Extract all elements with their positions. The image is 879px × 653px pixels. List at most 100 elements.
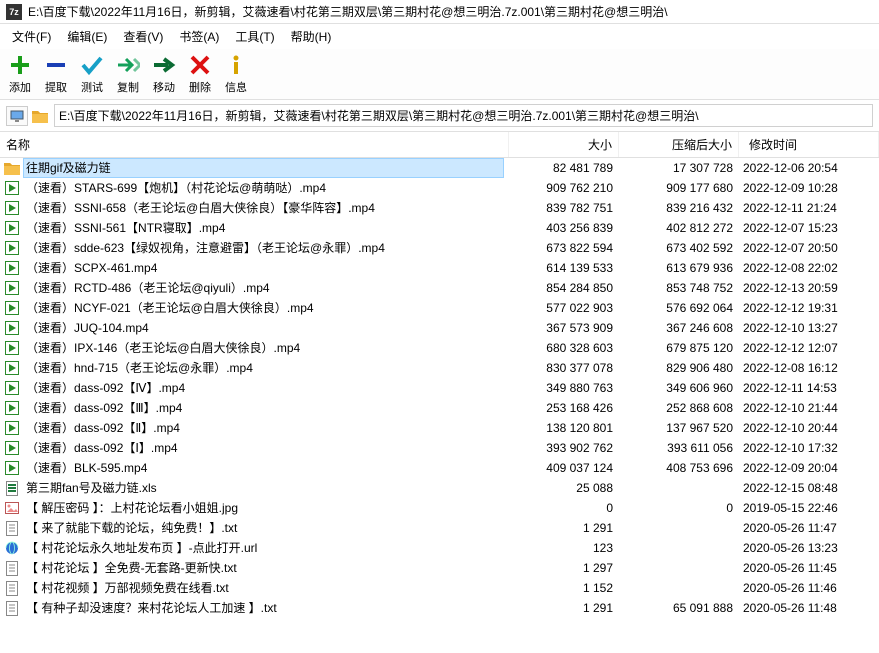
- list-item[interactable]: （速看）STARS-699【炮机】（村花论坛@萌萌哒）.mp4909 762 2…: [0, 178, 879, 198]
- minus-icon: [44, 53, 68, 77]
- list-item[interactable]: （速看）SCPX-461.mp4614 139 533613 679 93620…: [0, 258, 879, 278]
- file-modified-time: 2022-12-08 22:02: [733, 259, 873, 277]
- list-item[interactable]: （速看）BLK-595.mp4409 037 124408 753 696202…: [0, 458, 879, 478]
- list-item[interactable]: （速看）RCTD-486（老王论坛@qiyuli）.mp4854 284 850…: [0, 278, 879, 298]
- file-modified-time: 2020-05-26 13:23: [733, 539, 873, 557]
- test-button[interactable]: 测试: [74, 51, 110, 97]
- list-item[interactable]: 【 村花论坛永久地址发布页 】-点此打开.url1232020-05-26 13…: [0, 538, 879, 558]
- file-packed-size: 853 748 752: [613, 279, 733, 297]
- file-name: 第三期fan号及磁力链.xls: [24, 479, 503, 497]
- file-modified-time: 2022-12-10 17:32: [733, 439, 873, 457]
- window-title: E:\百度下载\2022年11月16日，新剪辑，艾薇速看\村花第三期双层\第三期…: [28, 3, 668, 20]
- column-name[interactable]: 名称: [0, 132, 509, 157]
- list-item[interactable]: （速看）sdde-623【绿奴视角，注意避雷】（老王论坛@永罪）.mp4673 …: [0, 238, 879, 258]
- xls-icon: [4, 480, 20, 496]
- menu-file[interactable]: 文件(F): [4, 26, 59, 47]
- file-modified-time: 2020-05-26 11:47: [733, 519, 873, 537]
- file-modified-time: 2022-12-11 21:24: [733, 199, 873, 217]
- list-item[interactable]: 第三期fan号及磁力链.xls25 0882022-12-15 08:48: [0, 478, 879, 498]
- up-directory-button[interactable]: [6, 106, 28, 126]
- file-size: 403 256 839: [503, 219, 613, 237]
- list-item[interactable]: （速看）dass-092【Ⅳ】.mp4349 880 763349 606 96…: [0, 378, 879, 398]
- move-button[interactable]: 移动: [146, 51, 182, 97]
- menu-help[interactable]: 帮助(H): [283, 26, 340, 47]
- video-icon: [4, 380, 20, 396]
- list-item[interactable]: （速看）NCYF-021（老王论坛@白眉大侠徐良）.mp4577 022 903…: [0, 298, 879, 318]
- path-input[interactable]: E:\百度下载\2022年11月16日，新剪辑，艾薇速看\村花第三期双层\第三期…: [54, 104, 873, 127]
- toolbar: 添加 提取 测试 复制 移动 删除 信息: [0, 49, 879, 100]
- file-size: 577 022 903: [503, 299, 613, 317]
- list-item[interactable]: （速看）dass-092【Ⅰ】.mp4393 902 762393 611 05…: [0, 438, 879, 458]
- file-size: 409 037 124: [503, 459, 613, 477]
- copy-arrow-icon: [116, 53, 140, 77]
- file-name: 【 村花视频 】万部视频免费在线看.txt: [24, 579, 503, 597]
- column-packed[interactable]: 压缩后大小: [619, 132, 739, 157]
- extract-button[interactable]: 提取: [38, 51, 74, 97]
- file-modified-time: 2022-12-07 15:23: [733, 219, 873, 237]
- file-size: 680 328 603: [503, 339, 613, 357]
- list-item[interactable]: 【 来了就能下载的论坛，纯免费！】.txt1 2912020-05-26 11:…: [0, 518, 879, 538]
- file-modified-time: 2022-12-07 20:50: [733, 239, 873, 257]
- file-name: （速看）dass-092【Ⅱ】.mp4: [24, 419, 503, 437]
- file-name: （速看）SCPX-461.mp4: [24, 259, 503, 277]
- file-packed-size: 367 246 608: [613, 319, 733, 337]
- video-icon: [4, 400, 20, 416]
- list-item[interactable]: （速看）IPX-146（老王论坛@白眉大侠徐良）.mp4680 328 6036…: [0, 338, 879, 358]
- file-size: 367 573 909: [503, 319, 613, 337]
- list-item[interactable]: 往期gif及磁力链82 481 78917 307 7282022-12-06 …: [0, 158, 879, 178]
- list-item[interactable]: （速看）dass-092【Ⅱ】.mp4138 120 801137 967 52…: [0, 418, 879, 438]
- video-icon: [4, 280, 20, 296]
- file-name: （速看）NCYF-021（老王论坛@白眉大侠徐良）.mp4: [24, 299, 503, 317]
- video-icon: [4, 180, 20, 196]
- file-size: 673 822 594: [503, 239, 613, 257]
- menu-bar: 文件(F) 编辑(E) 查看(V) 书签(A) 工具(T) 帮助(H): [0, 24, 879, 49]
- check-icon: [80, 53, 104, 77]
- file-name: 【 村花论坛 】全免费-无套路-更新快.txt: [24, 559, 503, 577]
- file-modified-time: 2022-12-12 12:07: [733, 339, 873, 357]
- list-item[interactable]: （速看）JUQ-104.mp4367 573 909367 246 608202…: [0, 318, 879, 338]
- file-modified-time: 2022-12-10 13:27: [733, 319, 873, 337]
- path-bar: E:\百度下载\2022年11月16日，新剪辑，艾薇速看\村花第三期双层\第三期…: [0, 100, 879, 132]
- plus-icon: [8, 53, 32, 77]
- column-size[interactable]: 大小: [509, 132, 619, 157]
- menu-tools[interactable]: 工具(T): [227, 26, 282, 47]
- list-item[interactable]: （速看）SSNI-658（老王论坛@白眉大侠徐良）【豪华阵容】.mp4839 7…: [0, 198, 879, 218]
- file-modified-time: 2020-05-26 11:46: [733, 579, 873, 597]
- file-modified-time: 2022-12-06 20:54: [733, 159, 873, 177]
- img-icon: [4, 500, 20, 516]
- list-item[interactable]: 【 解压密码 】：上村花论坛看小姐姐.jpg002019-05-15 22:46: [0, 498, 879, 518]
- file-packed-size: 909 177 680: [613, 179, 733, 197]
- monitor-icon: [10, 110, 24, 122]
- list-item[interactable]: （速看）hnd-715（老王论坛@永罪）.mp4830 377 078829 9…: [0, 358, 879, 378]
- delete-button[interactable]: 删除: [182, 51, 218, 97]
- menu-bookmarks[interactable]: 书签(A): [171, 26, 227, 47]
- list-item[interactable]: （速看）dass-092【Ⅲ】.mp4253 168 426252 868 60…: [0, 398, 879, 418]
- file-modified-time: 2022-12-10 21:44: [733, 399, 873, 417]
- file-modified-time: 2022-12-08 16:12: [733, 359, 873, 377]
- file-packed-size: 679 875 120: [613, 339, 733, 357]
- info-button[interactable]: 信息: [218, 51, 254, 97]
- file-name: （速看）STARS-699【炮机】（村花论坛@萌萌哒）.mp4: [24, 179, 503, 197]
- file-name: 【 解压密码 】：上村花论坛看小姐姐.jpg: [24, 499, 503, 517]
- list-item[interactable]: 【 村花论坛 】全免费-无套路-更新快.txt1 2972020-05-26 1…: [0, 558, 879, 578]
- file-modified-time: 2022-12-12 19:31: [733, 299, 873, 317]
- file-packed-size: 408 753 696: [613, 459, 733, 477]
- list-item[interactable]: 【 有种子却没速度？来村花论坛人工加速 】.txt1 29165 091 888…: [0, 598, 879, 618]
- column-mtime[interactable]: 修改时间: [739, 132, 879, 157]
- menu-edit[interactable]: 编辑(E): [59, 26, 115, 47]
- delete-x-icon: [188, 53, 212, 77]
- file-name: （速看）SSNI-561【NTR寝取】.mp4: [24, 219, 503, 237]
- add-button[interactable]: 添加: [2, 51, 38, 97]
- copy-button[interactable]: 复制: [110, 51, 146, 97]
- menu-view[interactable]: 查看(V): [115, 26, 171, 47]
- list-item[interactable]: （速看）SSNI-561【NTR寝取】.mp4403 256 839402 81…: [0, 218, 879, 238]
- file-name: 【 村花论坛永久地址发布页 】-点此打开.url: [24, 539, 503, 557]
- file-name: （速看）hnd-715（老王论坛@永罪）.mp4: [24, 359, 503, 377]
- file-name: （速看）dass-092【Ⅰ】.mp4: [24, 439, 503, 457]
- file-name: （速看）IPX-146（老王论坛@白眉大侠徐良）.mp4: [24, 339, 503, 357]
- list-item[interactable]: 【 村花视频 】万部视频免费在线看.txt1 1522020-05-26 11:…: [0, 578, 879, 598]
- txt-icon: [4, 600, 20, 616]
- video-icon: [4, 340, 20, 356]
- file-modified-time: 2019-05-15 22:46: [733, 499, 873, 517]
- folder-icon: [4, 160, 20, 176]
